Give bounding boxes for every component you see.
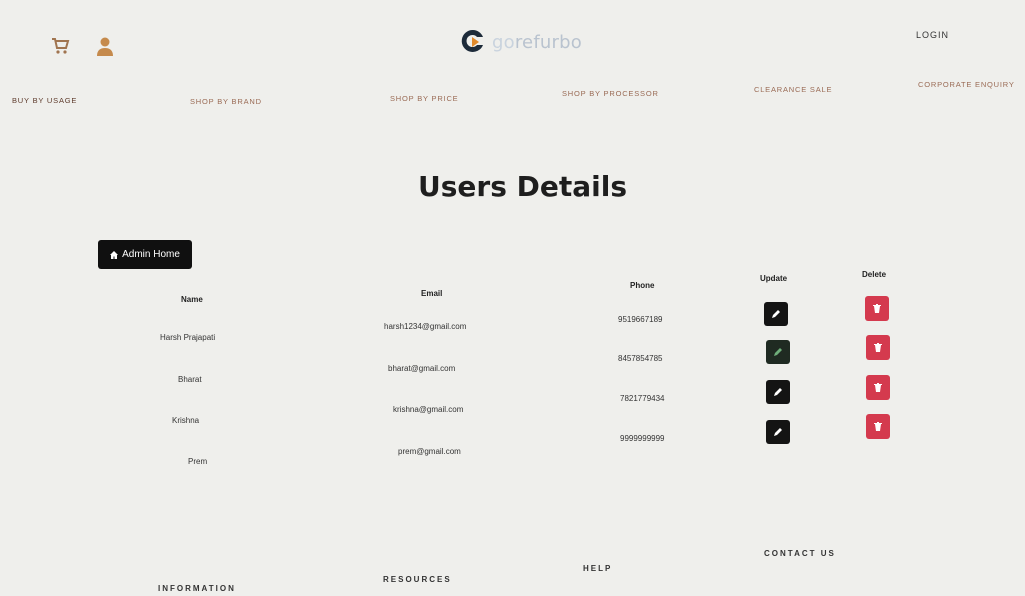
user-name-cell: Harsh Prajapati — [160, 333, 216, 342]
pencil-icon — [774, 388, 782, 396]
page-title: Users Details — [418, 170, 627, 203]
header-icons — [50, 36, 114, 56]
user-phone-cell: 7821779434 — [620, 394, 665, 403]
user-name-cell: Prem — [188, 457, 208, 466]
user-name-cell: Krishna — [172, 416, 200, 425]
footer-help-heading: HELP — [583, 564, 613, 573]
user-email-cell: harsh1234@gmail.com — [384, 322, 467, 331]
main-nav: BUY BY USAGE SHOP BY BRAND SHOP BY PRICE… — [0, 80, 1025, 108]
trash-icon — [874, 343, 882, 352]
delete-button[interactable] — [866, 414, 890, 439]
nav-buy-by-usage[interactable]: BUY BY USAGE — [12, 96, 77, 105]
col-header-phone: Phone — [630, 281, 655, 290]
login-link[interactable]: LOGIN — [916, 30, 949, 40]
logo-mark-icon — [461, 29, 483, 52]
footer-contact-heading: CONTACT US — [764, 549, 836, 558]
user-phone-cell: 9519667189 — [618, 315, 663, 324]
user-email-cell: bharat@gmail.com — [388, 364, 456, 373]
brand-logo[interactable]: gorefurbo — [460, 28, 582, 56]
home-icon — [110, 250, 119, 259]
delete-button[interactable] — [866, 375, 890, 400]
user-phone-cell: 9999999999 — [620, 434, 665, 443]
pencil-icon — [774, 428, 782, 436]
admin-home-button[interactable]: Admin Home — [98, 240, 192, 269]
user-name-cell: Bharat — [178, 375, 202, 384]
update-button[interactable] — [766, 380, 790, 404]
col-header-delete: Delete — [862, 270, 887, 279]
update-button[interactable] — [764, 302, 788, 326]
col-header-email: Email — [421, 289, 443, 298]
footer-information-heading: INFORMATION — [158, 584, 236, 593]
delete-button[interactable] — [866, 335, 890, 360]
delete-button[interactable] — [865, 296, 889, 321]
update-button[interactable] — [766, 420, 790, 444]
cart-icon[interactable] — [50, 36, 70, 56]
user-phone-cell: 8457854785 — [618, 354, 663, 363]
col-header-update: Update — [760, 274, 788, 283]
nav-corporate-enquiry[interactable]: CORPORATE ENQUIRY — [918, 80, 1015, 89]
footer-resources-heading: RESOURCES — [383, 575, 452, 584]
brand-name: gorefurbo — [492, 31, 582, 53]
nav-shop-by-processor[interactable]: SHOP BY PROCESSOR — [562, 89, 659, 98]
pencil-icon — [772, 310, 780, 318]
user-email-cell: prem@gmail.com — [398, 447, 461, 456]
trash-icon — [874, 422, 882, 431]
nav-shop-by-brand[interactable]: SHOP BY BRAND — [190, 97, 262, 106]
nav-clearance-sale[interactable]: CLEARANCE SALE — [754, 85, 832, 94]
col-header-name: Name — [181, 295, 203, 304]
nav-shop-by-price[interactable]: SHOP BY PRICE — [390, 94, 458, 103]
admin-home-label: Admin Home — [122, 249, 180, 260]
pencil-icon — [774, 348, 782, 356]
trash-icon — [873, 304, 881, 313]
update-button[interactable] — [766, 340, 790, 364]
trash-icon — [874, 383, 882, 392]
user-email-cell: krishna@gmail.com — [393, 405, 464, 414]
user-icon[interactable] — [96, 36, 114, 56]
